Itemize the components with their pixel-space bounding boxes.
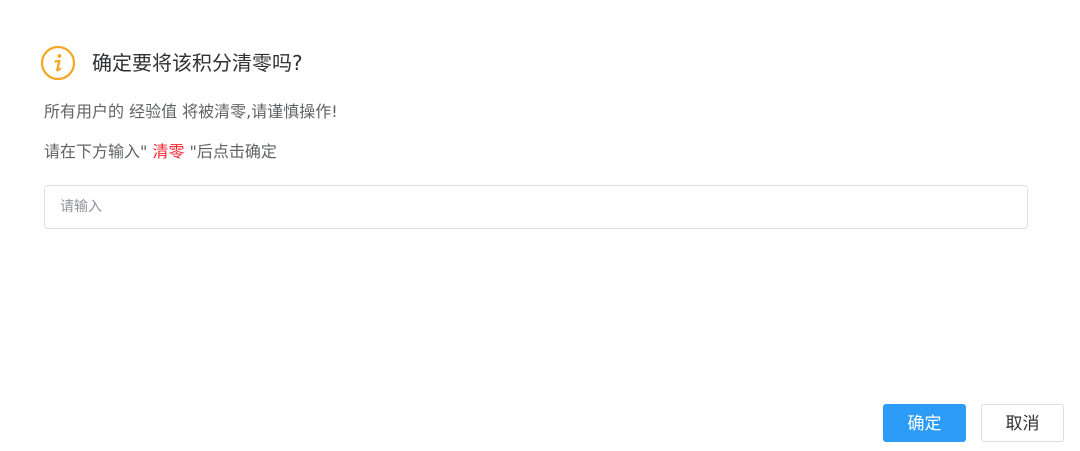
- instruction-keyword: 清零: [152, 142, 185, 161]
- confirm-dialog: 确定要将该积分清零吗? 所有用户的 经验值 将被清零,请谨慎操作! 请在下方输入…: [0, 0, 1080, 451]
- confirmation-input[interactable]: [44, 185, 1028, 229]
- instruction-prefix: 请在下方输入": [44, 142, 153, 161]
- info-warning-icon: [40, 45, 76, 81]
- dialog-header: 确定要将该积分清零吗?: [40, 45, 303, 81]
- instruction-suffix: "后点击确定: [184, 142, 277, 161]
- instruction-text: 请在下方输入" 清零 "后点击确定: [44, 140, 277, 164]
- dialog-title: 确定要将该积分清零吗?: [92, 51, 303, 75]
- warning-message: 所有用户的 经验值 将被清零,请谨慎操作!: [44, 102, 338, 121]
- cancel-button[interactable]: 取消: [981, 404, 1064, 442]
- confirm-button[interactable]: 确定: [883, 404, 966, 442]
